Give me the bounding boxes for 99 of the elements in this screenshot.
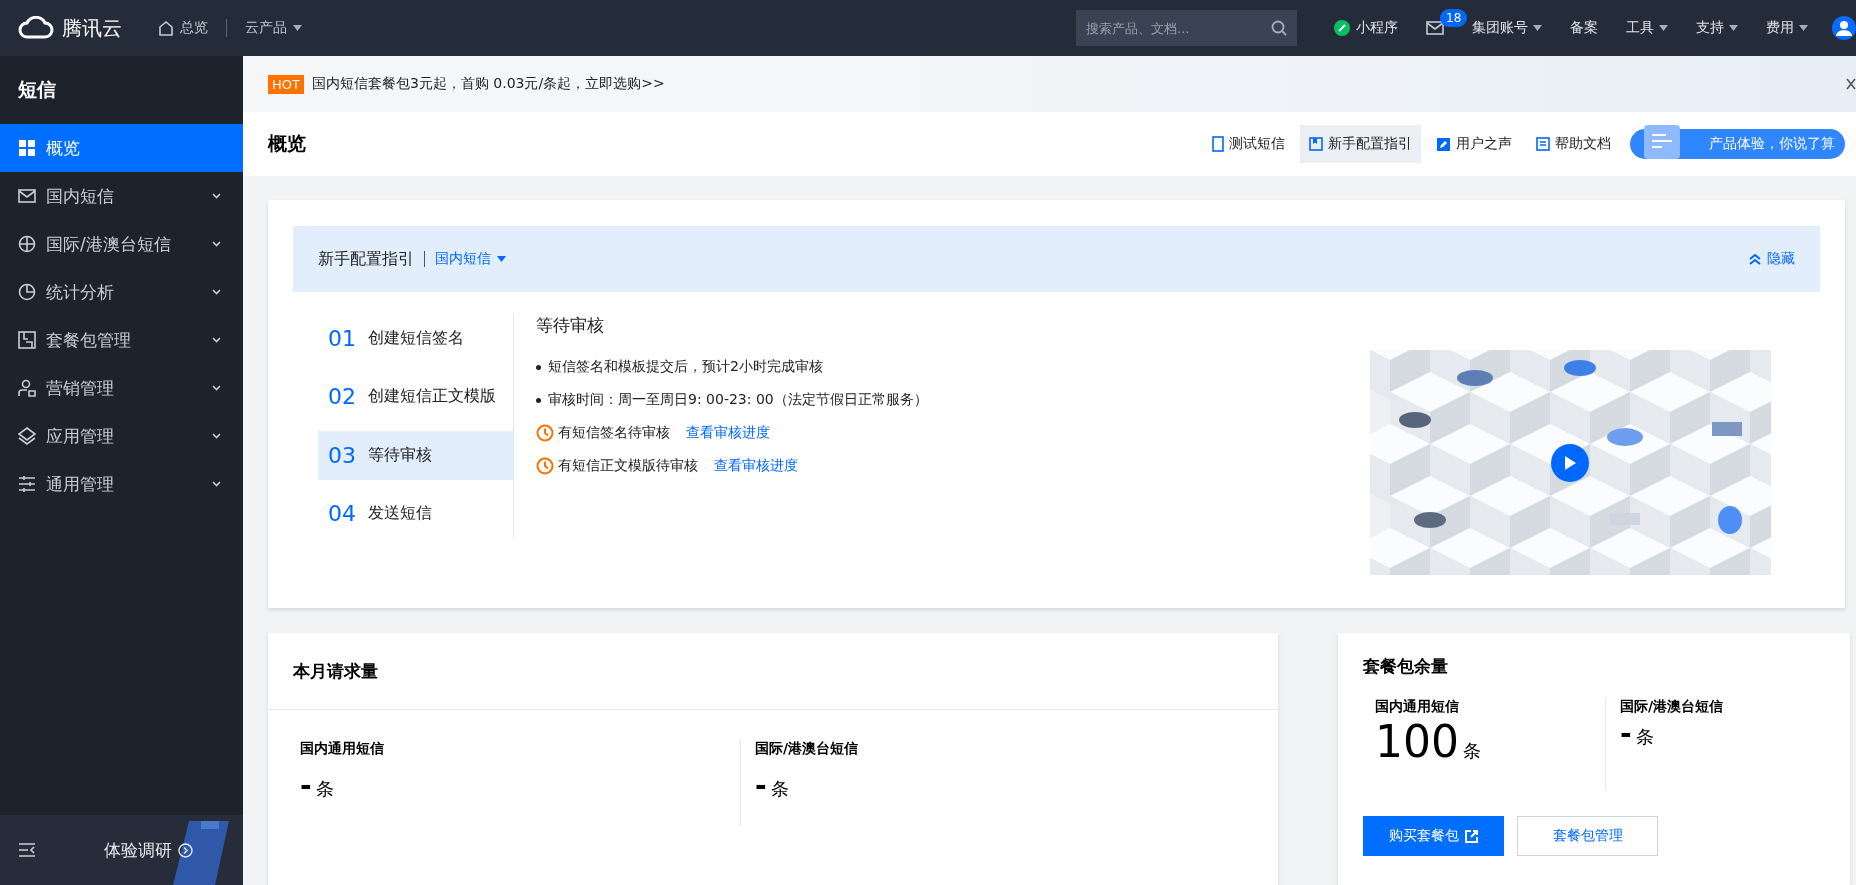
header-tool-link[interactable]: 新手配置指引	[1300, 125, 1421, 163]
pie-chart-icon	[18, 283, 36, 301]
top-menu-link[interactable]: 工具	[1612, 19, 1682, 37]
stat-unit: 条	[1635, 725, 1654, 749]
stat-value: -	[755, 772, 767, 800]
card-title: 套餐包余量	[1363, 655, 1449, 678]
caret-icon	[1533, 25, 1542, 31]
page-title: 概览	[268, 131, 307, 156]
sliders-icon	[18, 475, 36, 493]
layers-icon	[18, 427, 36, 445]
guide-title: 新手配置指引	[318, 248, 414, 270]
sidebar-item[interactable]: 国内短信	[0, 172, 243, 220]
search-field[interactable]: 搜索产品、文档...	[1076, 10, 1297, 46]
chevron-icon	[212, 433, 221, 439]
globe-icon	[18, 235, 36, 253]
step-title: 等待审核	[536, 314, 605, 337]
review-progress-link[interactable]: 查看审核进度	[714, 457, 798, 475]
home-icon	[158, 20, 174, 36]
stat-label: 国内通用短信	[300, 740, 385, 758]
top-menu-link[interactable]: 备案	[1556, 19, 1612, 37]
stat-unit: 条	[315, 777, 334, 801]
user-icon	[18, 379, 36, 397]
chevron-icon	[212, 241, 221, 247]
pending-text: 有短信正文模版待审核	[558, 457, 698, 475]
arrow-circle-icon	[178, 842, 193, 858]
bookmark-icon	[1309, 137, 1323, 151]
chevron-icon	[212, 193, 221, 199]
manage-button[interactable]: 套餐包管理	[1517, 816, 1658, 856]
guide-step[interactable]: 01 创建短信签名	[318, 314, 513, 363]
review-progress-link[interactable]: 查看审核进度	[686, 424, 770, 442]
bullet-icon	[536, 397, 541, 403]
chevron-icon	[212, 337, 221, 343]
chevron-icon	[212, 289, 221, 295]
clock-icon	[536, 457, 554, 475]
stat-value: -	[300, 772, 312, 800]
document-icon	[1536, 137, 1550, 151]
document-icon	[1644, 125, 1680, 159]
step-note: 审核时间：周一至周日9: 00-23: 00（法定节假日正常服务）	[548, 391, 928, 409]
collapse-icon[interactable]	[18, 843, 36, 857]
chevron-icon	[212, 481, 221, 487]
stat-label: 国内通用短信	[1375, 698, 1460, 716]
stat-label: 国际/港澳台短信	[755, 740, 860, 758]
header-tool-link[interactable]: 用户之声	[1427, 125, 1521, 163]
external-link-icon	[1465, 829, 1478, 843]
grid-icon	[18, 139, 36, 157]
stat-unit: 条	[1463, 739, 1481, 763]
header-tool-link[interactable]: 测试短信	[1203, 125, 1294, 163]
play-icon	[1563, 455, 1577, 471]
double-chevron-up-icon	[1749, 253, 1761, 265]
bullet-icon	[536, 364, 541, 370]
top-menu-link[interactable]: 支持	[1682, 19, 1752, 37]
guide-step[interactable]: 02 创建短信正文模版	[318, 372, 513, 421]
step-note: 短信签名和模板提交后，预计2小时完成审核	[548, 358, 823, 376]
promo-link[interactable]: 国内短信套餐包3元起，首购 0.03元/条起，立即选购>>	[311, 75, 665, 93]
guide-step[interactable]: 03 等待审核	[318, 431, 513, 480]
sidebar-item[interactable]: 套餐包管理	[0, 316, 243, 364]
sidebar-item[interactable]: 营销管理	[0, 364, 243, 412]
package-icon	[18, 331, 36, 349]
mail-icon	[18, 187, 36, 205]
sidebar-item[interactable]: 统计分析	[0, 268, 243, 316]
buy-button[interactable]: 购买套餐包	[1363, 816, 1504, 856]
hot-tag: HOT	[268, 74, 304, 94]
caret-icon	[1729, 25, 1738, 31]
nav-link[interactable]: 总览	[144, 19, 222, 37]
sidebar-title: 短信	[17, 77, 57, 102]
phone-icon	[1212, 136, 1224, 152]
guide-step[interactable]: 04 发送短信	[318, 489, 513, 538]
header-tool-link[interactable]: 帮助文档	[1527, 125, 1620, 163]
sidebar-item[interactable]: 应用管理	[0, 412, 243, 460]
unread-count: 18	[1440, 9, 1468, 27]
card-title: 本月请求量	[293, 659, 378, 683]
caret-icon	[1659, 25, 1668, 31]
stat-label: 国际/港澳台短信	[1620, 698, 1725, 716]
caret-icon	[1799, 25, 1808, 31]
mail-icon	[1426, 21, 1444, 35]
stat-value: -	[1620, 720, 1632, 748]
stat-value: 100	[1375, 720, 1459, 764]
brand-name: 腾讯云	[62, 14, 122, 42]
caret-icon	[497, 256, 506, 262]
nav-link[interactable]: 云产品	[231, 19, 316, 37]
clock-icon	[536, 424, 554, 442]
mini-program-link[interactable]: 小程序	[1319, 19, 1412, 37]
sms-type-dropdown[interactable]: 国内短信	[435, 250, 506, 268]
sidebar-item[interactable]: 国际/港澳台短信	[0, 220, 243, 268]
sidebar-item[interactable]: 概览	[0, 124, 243, 172]
pending-text: 有短信签名待审核	[558, 424, 670, 442]
search-icon	[1271, 20, 1287, 36]
sidebar-item[interactable]: 通用管理	[0, 460, 243, 508]
top-menu-link[interactable]: 费用	[1752, 19, 1822, 37]
link-icon	[1333, 19, 1351, 37]
cloud-logo-icon	[18, 16, 54, 40]
edit-icon	[1436, 136, 1451, 152]
stat-unit: 条	[770, 777, 789, 801]
survey-link[interactable]: 体验调研	[104, 838, 193, 862]
close-icon[interactable]	[1846, 78, 1856, 90]
caret-icon	[293, 25, 302, 31]
chevron-icon	[212, 385, 221, 391]
hide-link[interactable]: 隐藏	[1749, 250, 1795, 268]
avatar-icon[interactable]	[1832, 16, 1856, 40]
